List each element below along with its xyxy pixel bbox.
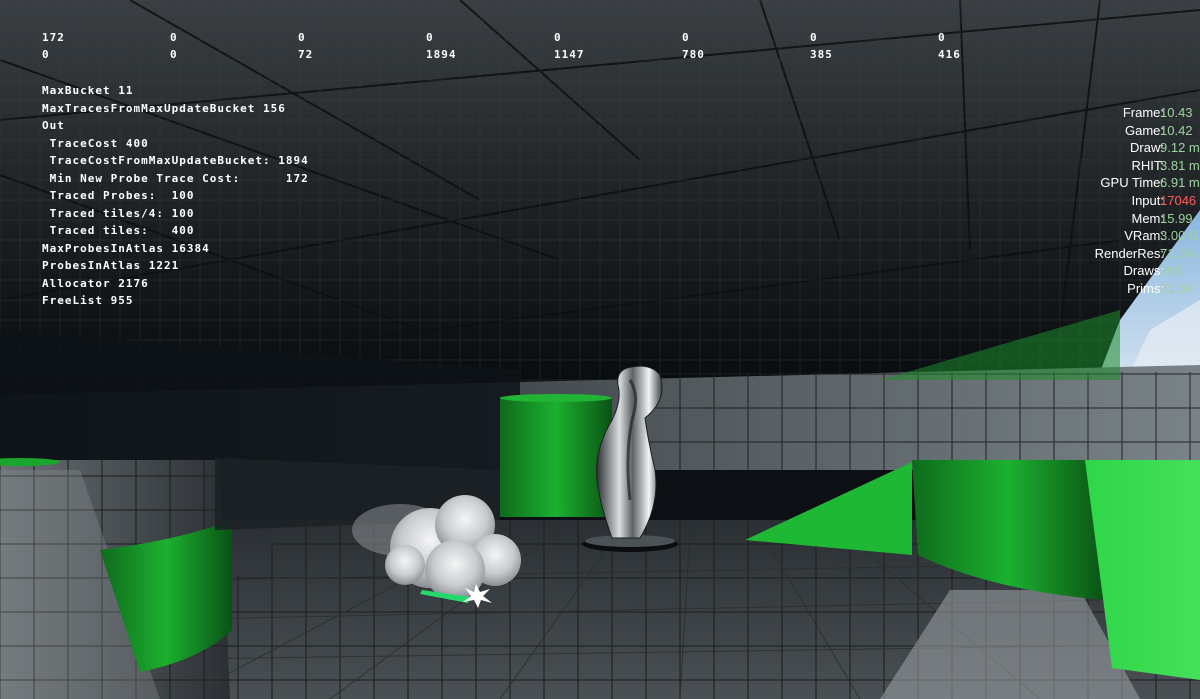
stat-label: VRam: [1124, 228, 1164, 244]
debug-line: Traced tiles/4: 100 [42, 206, 195, 220]
stat-draws: Draws: 595 [1060, 262, 1200, 280]
debug-counter: 172 [42, 31, 65, 44]
stat-value: 9.12 m [1160, 140, 1200, 156]
game-viewport[interactable]: 172 0 0 0 0 0 0 0 0 0 72 1894 1147 780 3… [0, 0, 1200, 699]
stat-rhit: RHIT: 3.81 m [1060, 157, 1200, 175]
debug-counter: 0 [42, 48, 50, 61]
stat-value: 3.00 G [1160, 228, 1200, 244]
stat-game: Game: 10.42 [1060, 122, 1200, 140]
stat-renderres: RenderRes: 71.6% [1060, 245, 1200, 263]
debug-line: ProbesInAtlas 1221 [42, 259, 180, 272]
stat-gpu-time: GPU Time: 6.91 m [1060, 174, 1200, 192]
debug-line: TraceCostFromMaxUpdateBucket: 1894 [42, 154, 309, 167]
stat-value: 21.5K [1160, 280, 1194, 296]
debug-line: Allocator 2176 [42, 276, 149, 290]
debug-line: Min New Probe Trace Cost: 172 [42, 171, 309, 185]
debug-counter: 0 [810, 31, 818, 44]
stat-value: 10.43 [1160, 105, 1193, 120]
stat-mem: Mem: 15.99 [1060, 210, 1200, 228]
stat-value: 15.99 [1160, 210, 1193, 226]
debug-counter: 0 [554, 31, 562, 44]
debug-counter: 416 [938, 48, 961, 61]
stat-value: 3.81 m [1160, 157, 1200, 173]
stat-label: RenderRes: [1094, 245, 1164, 261]
debug-counter: 0 [298, 31, 306, 44]
stat-label: GPU Time: [1100, 175, 1164, 191]
debug-line: Traced tiles: 400 [42, 224, 195, 237]
stat-label: Draw: [1130, 140, 1164, 156]
debug-line: TraceCost 400 [42, 136, 149, 150]
debug-counter: 0 [170, 48, 178, 61]
stat-frame: Frame: 10.43 [1060, 104, 1200, 122]
stat-label: Game: [1124, 122, 1164, 138]
debug-line: Out [42, 119, 65, 132]
debug-line: FreeList 955 [42, 294, 134, 307]
debug-counter: 0 [426, 31, 434, 44]
debug-line: MaxProbesInAtlas 16384 [42, 241, 210, 255]
stat-value: 595 [1160, 263, 1182, 279]
stat-value: 10.42 [1160, 122, 1193, 138]
stat-vram: VRam: 3.00 G [1060, 227, 1200, 245]
debug-counter: 0 [938, 31, 946, 44]
debug-counter: 780 [682, 48, 705, 61]
debug-counter: 72 [298, 48, 314, 61]
stat-input: Input: 17046 [1060, 192, 1200, 210]
stat-value: 71.6% [1160, 245, 1197, 261]
stat-label: Frame: [1122, 105, 1164, 120]
stat-value-alert: 17046 [1160, 192, 1197, 208]
stat-value: 6.91 m [1160, 175, 1200, 191]
lumen-debug-overlay: MaxBucket 11 MaxTracesFromMaxUpdateBucke… [42, 82, 309, 310]
stat-draw: Draw: 9.12 m [1060, 139, 1200, 157]
stat-unit-panel: Frame: 10.43 Game: 10.42 Draw: 9.12 m RH… [1060, 104, 1200, 298]
stat-label: Prims: [1127, 280, 1164, 296]
debug-counter: 0 [170, 31, 178, 44]
stat-label: Draws: [1123, 263, 1164, 279]
stat-prims: Prims: 21.5K [1060, 280, 1200, 298]
debug-counter: 0 [682, 31, 690, 44]
debug-line: Traced Probes: 100 [42, 189, 195, 202]
debug-line: MaxTracesFromMaxUpdateBucket 156 [42, 101, 286, 115]
debug-counter: 1147 [554, 48, 585, 61]
debug-counter: 1894 [426, 48, 457, 61]
debug-line: MaxBucket 11 [42, 84, 134, 97]
debug-counter: 385 [810, 48, 833, 61]
